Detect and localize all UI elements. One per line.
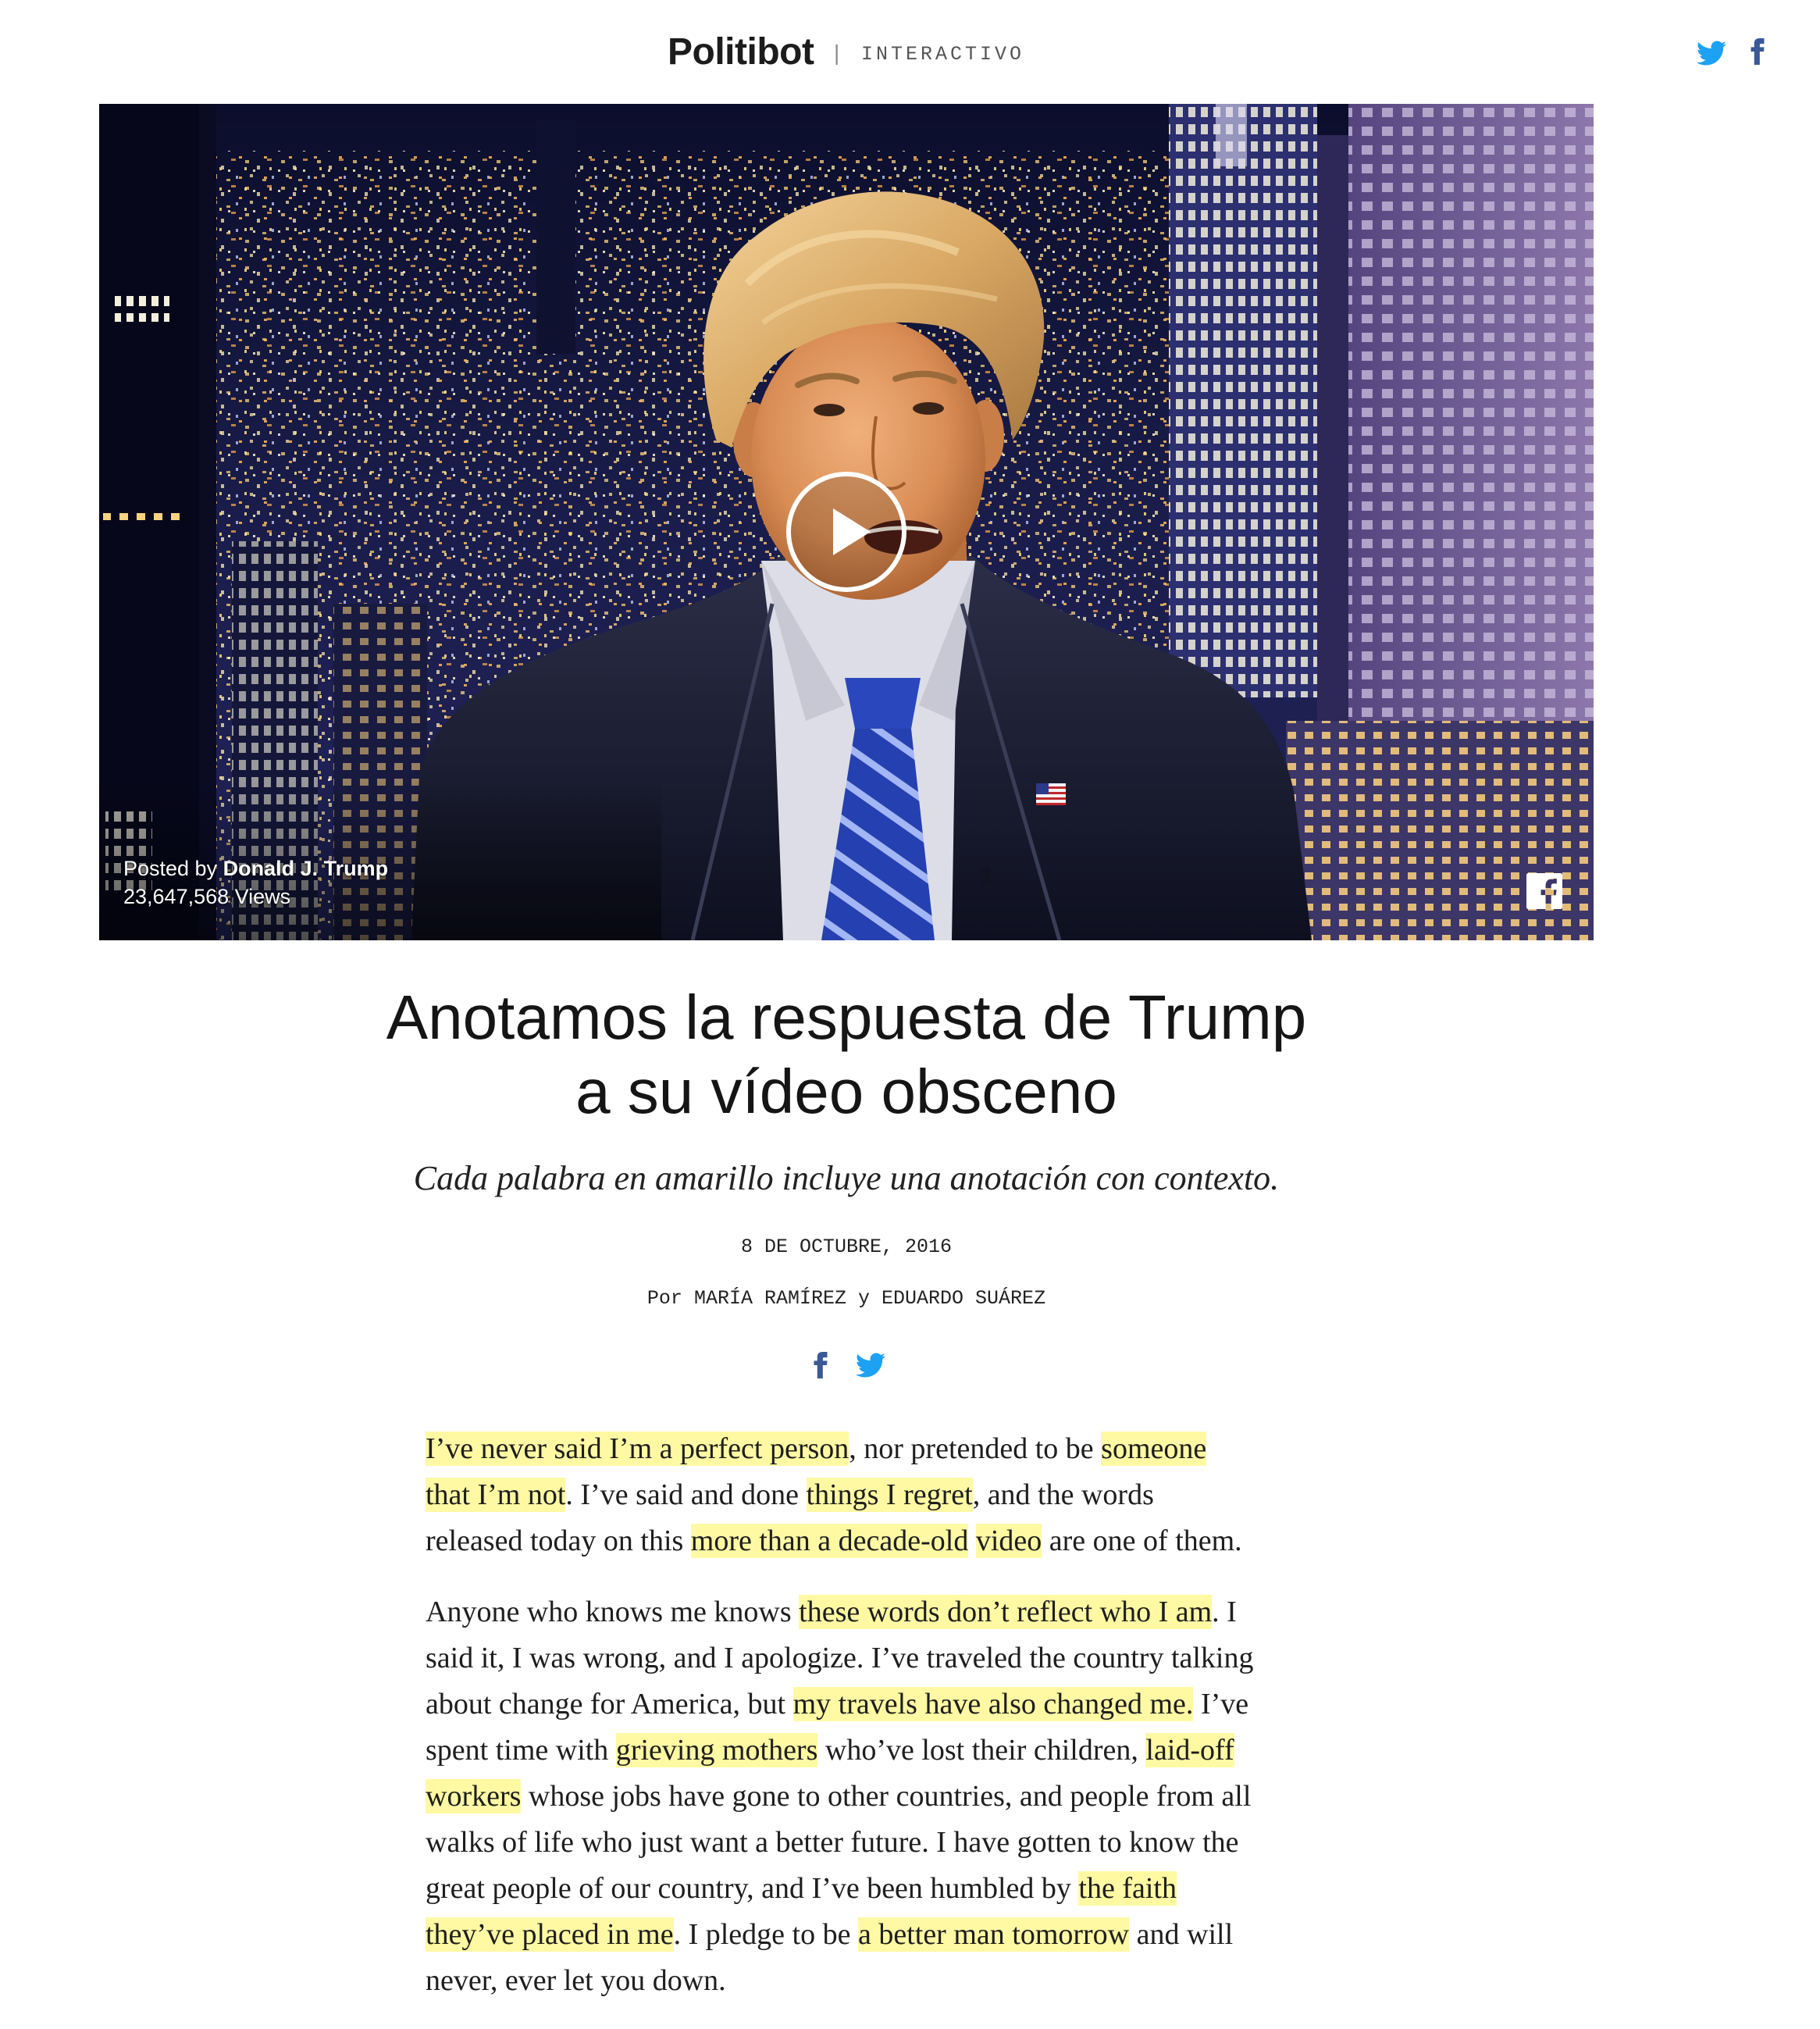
- text-line: about change for America, but my travels…: [426, 1681, 1362, 1728]
- text-line: never, ever let you down.: [426, 1958, 1362, 2004]
- annotated-phrase[interactable]: video: [975, 1524, 1042, 1558]
- annotated-phrase[interactable]: these words don’t reflect who I am: [799, 1595, 1213, 1629]
- text-line: released today on this more than a decad…: [426, 1518, 1362, 1564]
- text-segment: and will: [1129, 1918, 1234, 1951]
- twitter-icon[interactable]: [856, 1350, 885, 1380]
- annotated-phrase[interactable]: that I’m not: [426, 1478, 566, 1512]
- annotated-phrase[interactable]: more than a decade-old: [690, 1524, 969, 1558]
- text-line: Anyone who knows me knows these words do…: [426, 1589, 1362, 1635]
- publish-date: 8 DE OCTUBRE, 2016: [740, 1236, 953, 1258]
- facebook-icon[interactable]: [807, 1352, 834, 1378]
- text-line: said it, I was wrong, and I apologize. I…: [426, 1635, 1362, 1681]
- text-segment: walks of life who just want a better fut…: [426, 1826, 1239, 1859]
- facebook-square-icon[interactable]: [1526, 873, 1562, 909]
- text-line: workers whose jobs have gone to other co…: [426, 1774, 1362, 1820]
- annotated-phrase[interactable]: the faith: [1078, 1871, 1177, 1906]
- section-label: INTERACTIVO: [861, 43, 1025, 66]
- body-paragraph: Anyone who knows me knows these words do…: [426, 1589, 1362, 2004]
- article-subtitle: Cada palabra en amarillo incluye una ano…: [413, 1159, 1280, 1197]
- article-title: Anotamos la respuesta de Trump a su víde…: [99, 980, 1594, 1129]
- text-line: great people of our country, and I’ve be…: [426, 1866, 1362, 1912]
- text-line: that I’m not. I’ve said and done things …: [426, 1472, 1362, 1518]
- text-segment: about change for America, but: [426, 1688, 793, 1721]
- text-segment: released today on this: [426, 1524, 691, 1557]
- text-line: I’ve never said I’m a perfect person, no…: [426, 1426, 1362, 1472]
- posted-by-label: Posted by: [123, 857, 218, 880]
- text-line: they’ve placed in me. I pledge to be a b…: [426, 1912, 1362, 1958]
- text-segment: whose jobs have gone to other countries,…: [521, 1780, 1252, 1813]
- flag-pin: [1036, 783, 1066, 805]
- facebook-icon[interactable]: [1744, 38, 1771, 65]
- text-segment: are one of them.: [1042, 1524, 1242, 1557]
- brand-logo[interactable]: Politibot: [668, 29, 814, 76]
- text-segment: . I’ve said and done: [565, 1478, 807, 1511]
- byline: Por MARÍA RAMÍREZ y EDUARDO SUÁREZ: [99, 1287, 1594, 1310]
- text-segment: , and the words: [972, 1478, 1154, 1511]
- text-line: spent time with grieving mothers who’ve …: [426, 1728, 1362, 1774]
- article-body: I’ve never said I’m a perfect person, no…: [426, 1426, 1362, 2029]
- twitter-icon[interactable]: [1697, 38, 1726, 68]
- text-segment: great people of our country, and I’ve be…: [426, 1872, 1079, 1905]
- annotated-phrase[interactable]: I’ve never said I’m a perfect person: [426, 1432, 849, 1466]
- title-line: a su vídeo obsceno: [575, 1057, 1117, 1126]
- body-paragraph: I’ve never said I’m a perfect person, no…: [426, 1426, 1362, 1564]
- annotated-phrase[interactable]: my travels have also changed me.: [792, 1687, 1194, 1721]
- annotated-phrase[interactable]: a better man tomorrow: [857, 1917, 1130, 1952]
- play-button[interactable]: [786, 472, 906, 592]
- annotated-phrase[interactable]: workers: [426, 1779, 522, 1813]
- text-segment: Anyone who knows me knows: [426, 1596, 800, 1628]
- text-segment: . I: [1212, 1596, 1237, 1628]
- text-segment: never, ever let you down.: [426, 1964, 726, 1997]
- text-segment: said it, I was wrong, and I apologize. I…: [426, 1642, 1254, 1674]
- annotated-phrase[interactable]: laid-off: [1145, 1733, 1234, 1767]
- annotated-phrase[interactable]: grieving mothers: [615, 1733, 818, 1767]
- play-icon: [833, 508, 871, 555]
- video-posted-by: Posted by Donald J. Trump: [123, 855, 388, 882]
- byline-conjunction: y: [858, 1287, 871, 1310]
- text-segment: who’ve lost their children,: [817, 1734, 1146, 1767]
- text-segment: . I pledge to be: [673, 1918, 858, 1951]
- video-player[interactable]: Posted by Donald J. Trump 23,647,568 Vie…: [99, 104, 1594, 940]
- video-view-count: 23,647,568 Views: [123, 885, 291, 908]
- byline-prefix: Por: [646, 1287, 682, 1310]
- title-line: Anotamos la respuesta de Trump: [386, 982, 1307, 1052]
- author-name: MARÍA RAMÍREZ: [693, 1287, 846, 1310]
- text-line: walks of life who just want a better fut…: [426, 1820, 1362, 1866]
- annotated-phrase[interactable]: they’ve placed in me: [426, 1917, 674, 1952]
- annotated-phrase[interactable]: things I regret: [806, 1478, 973, 1512]
- text-segment: [968, 1524, 976, 1557]
- text-segment: spent time with: [426, 1734, 616, 1767]
- video-author-link[interactable]: Donald J. Trump: [223, 857, 389, 880]
- author-name: EDUARDO SUÁREZ: [882, 1287, 1046, 1310]
- text-segment: , nor pretended to be: [849, 1432, 1102, 1465]
- annotated-phrase[interactable]: someone: [1101, 1432, 1207, 1466]
- text-segment: I’ve: [1193, 1688, 1249, 1721]
- header-separator: |: [834, 41, 840, 65]
